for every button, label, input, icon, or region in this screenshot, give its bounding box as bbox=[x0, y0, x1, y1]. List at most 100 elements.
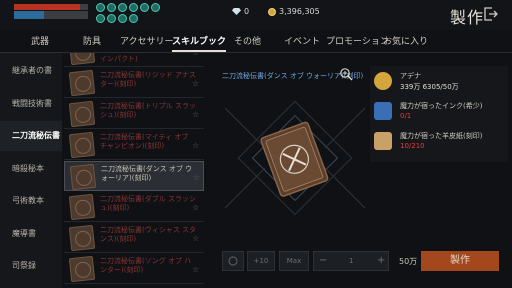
star-icon[interactable]: ☆ bbox=[192, 79, 199, 88]
star-icon[interactable]: ☆ bbox=[192, 141, 199, 150]
list-item-selected[interactable]: 二刀流秘伝書(ダンス オブ ウォーリア)(刻印) ☆ bbox=[64, 161, 204, 191]
list-item[interactable]: 二刀流秘伝書(マイティ オブ チャンピオン)(刻印) ☆ bbox=[64, 130, 204, 160]
diamond-icon bbox=[232, 8, 241, 15]
skillbook-icon bbox=[68, 224, 96, 252]
decrement-button[interactable]: − bbox=[319, 252, 327, 270]
hp-bar-empty bbox=[80, 4, 88, 10]
star-icon[interactable]: ☆ bbox=[192, 265, 199, 274]
skillbook-icon bbox=[68, 255, 96, 283]
subcategory-sidebar: 継承者の書 戦闘技術書 二刀流秘伝書 暗殺秘本 弓術教本 魔導書 司祭録 bbox=[0, 53, 62, 288]
list-item[interactable]: 二刀流秘伝書(ダブル スラッシュ)(刻印) ☆ bbox=[64, 192, 204, 222]
list-item[interactable]: 二刀流秘伝書(ソング オブ ハンター)(刻印) ☆ bbox=[64, 254, 204, 284]
exit-icon[interactable] bbox=[483, 6, 499, 22]
list-item[interactable]: 二刀流秘伝書(ヴィシャス スタンス)(刻印) ☆ bbox=[64, 223, 204, 253]
ink-bottle-icon bbox=[374, 102, 392, 120]
zoom-icon[interactable] bbox=[339, 67, 353, 81]
window-title: 製作 bbox=[450, 8, 485, 27]
buff-icon bbox=[129, 3, 138, 12]
sidebar-item-combat[interactable]: 戦闘技術書 bbox=[0, 89, 62, 119]
buff-icon bbox=[96, 14, 105, 23]
reset-button[interactable] bbox=[222, 251, 244, 271]
material-name: 魔力が宿った羊皮紙(刻印) bbox=[400, 132, 483, 140]
plus-ten-button[interactable]: +10 bbox=[247, 251, 275, 271]
material-row[interactable]: 魔力が宿ったインク(希少) 0/1 bbox=[370, 98, 508, 128]
adena-coin-icon bbox=[374, 72, 392, 90]
buff-icon bbox=[107, 3, 116, 12]
tab-weapons[interactable]: 武器 bbox=[31, 34, 49, 52]
buff-icon bbox=[129, 14, 138, 23]
sidebar-item-priest[interactable]: 司祭録 bbox=[0, 251, 62, 281]
list-item-label: 二刀流秘伝書(ヴィシャス スタンス)(刻印) bbox=[100, 226, 196, 243]
material-name: 魔力が宿ったインク(希少) bbox=[400, 102, 483, 110]
star-icon[interactable]: ☆ bbox=[193, 173, 200, 182]
star-icon[interactable]: ☆ bbox=[192, 234, 199, 243]
list-item-label: 二刀流秘伝書(マイティ オブ チャンピオン)(刻印) bbox=[100, 133, 189, 150]
material-name: アデナ bbox=[400, 72, 421, 80]
adena-amount: 3,396,305 bbox=[279, 7, 320, 16]
sidebar-item-successor[interactable]: 継承者の書 bbox=[0, 56, 62, 86]
buff-icon bbox=[107, 14, 116, 23]
buff-icon bbox=[140, 3, 149, 12]
material-count: 10/210 bbox=[400, 142, 425, 150]
skillbook-icon bbox=[68, 100, 96, 128]
skillbook-icon bbox=[68, 131, 96, 159]
mp-bar-empty bbox=[44, 11, 88, 19]
list-item-label: 二刀流秘伝書(ダンス オブ ウォーリア)(刻印) bbox=[101, 165, 193, 182]
materials-panel: アデナ 339万 6305/50万 魔力が宿ったインク(希少) 0/1 魔力が宿… bbox=[370, 66, 508, 162]
material-row[interactable]: アデナ 339万 6305/50万 bbox=[370, 68, 508, 98]
buff-icon bbox=[151, 3, 160, 12]
reset-icon bbox=[228, 256, 238, 266]
quantity-stepper[interactable]: − 1 + bbox=[313, 251, 389, 271]
star-icon[interactable]: ☆ bbox=[192, 203, 199, 212]
tab-event[interactable]: イベント bbox=[284, 34, 320, 52]
sidebar-item-archery[interactable]: 弓術教本 bbox=[0, 186, 62, 216]
list-item[interactable]: 二刀流秘伝書(トリプル スラッシュ)(刻印) ☆ bbox=[64, 99, 204, 129]
parchment-icon bbox=[374, 132, 392, 150]
material-count: 0/1 bbox=[400, 112, 412, 120]
max-button[interactable]: Max bbox=[279, 251, 309, 271]
sidebar-item-assassin[interactable]: 暗殺秘本 bbox=[0, 154, 62, 184]
diamond-currency: 0 bbox=[232, 7, 249, 16]
buff-icon bbox=[96, 3, 105, 12]
material-count: 339万 6305/50万 bbox=[400, 83, 459, 91]
buff-icon bbox=[118, 3, 127, 12]
category-tabs: 武器 防具 アクセサリー スキルブック その他 イベント プロモーション お気に… bbox=[0, 34, 512, 52]
quantity-value: 1 bbox=[349, 257, 354, 265]
tab-favorites[interactable]: お気に入り bbox=[383, 34, 428, 52]
list-item-label: 二刀流秘伝書(トリプル スラッシュ)(刻印) bbox=[100, 102, 196, 119]
list-item-label: 二刀流秘伝書(ダブル スラッシュ)(刻印) bbox=[100, 195, 196, 212]
adena-coin-icon bbox=[268, 7, 276, 16]
tab-armor[interactable]: 防具 bbox=[83, 34, 101, 52]
list-item[interactable]: インパクト) ☆ bbox=[64, 53, 204, 67]
recipe-list: インパクト) ☆ 二刀流秘伝書(リジッド アナスター)(刻印) ☆ 二刀流秘伝書… bbox=[64, 53, 204, 288]
star-icon[interactable]: ☆ bbox=[192, 53, 199, 57]
top-bar: 0 3,396,305 製作 bbox=[0, 0, 512, 30]
diamond-amount: 0 bbox=[244, 7, 250, 16]
skillbook-icon bbox=[68, 69, 96, 97]
tab-promotion[interactable]: プロモーション bbox=[326, 34, 389, 52]
increment-button[interactable]: + bbox=[377, 252, 385, 270]
sidebar-item-dual-blade[interactable]: 二刀流秘伝書 bbox=[0, 121, 62, 151]
buff-list bbox=[96, 3, 162, 23]
buff-icon bbox=[118, 14, 127, 23]
list-item-label: 二刀流秘伝書(ソング オブ ハンター)(刻印) bbox=[100, 257, 192, 274]
skillbook-icon bbox=[68, 53, 96, 66]
adena-currency: 3,396,305 bbox=[268, 7, 320, 16]
tab-other[interactable]: その他 bbox=[234, 34, 261, 52]
material-row[interactable]: 魔力が宿った羊皮紙(刻印) 10/210 bbox=[370, 128, 508, 158]
mp-bar bbox=[14, 11, 44, 19]
craft-button[interactable]: 製作 bbox=[421, 251, 499, 271]
craft-cost-value: 50万 bbox=[399, 257, 418, 266]
skillbook-icon bbox=[68, 193, 96, 221]
hp-bar bbox=[14, 4, 80, 10]
list-item[interactable]: 二刀流秘伝書(リジッド アナスター)(刻印) ☆ bbox=[64, 68, 204, 98]
list-item-label: 二刀流秘伝書(リジッド アナスター)(刻印) bbox=[100, 71, 196, 88]
skillbook-preview bbox=[225, 100, 365, 216]
star-icon[interactable]: ☆ bbox=[192, 110, 199, 119]
tab-accessories[interactable]: アクセサリー bbox=[120, 34, 174, 52]
list-item-label: インパクト) bbox=[100, 55, 138, 63]
sidebar-item-magic[interactable]: 魔導書 bbox=[0, 219, 62, 249]
skillbook-icon bbox=[69, 163, 97, 191]
tab-skillbooks[interactable]: スキルブック bbox=[172, 34, 227, 52]
craft-cost: 50万 bbox=[399, 256, 417, 267]
